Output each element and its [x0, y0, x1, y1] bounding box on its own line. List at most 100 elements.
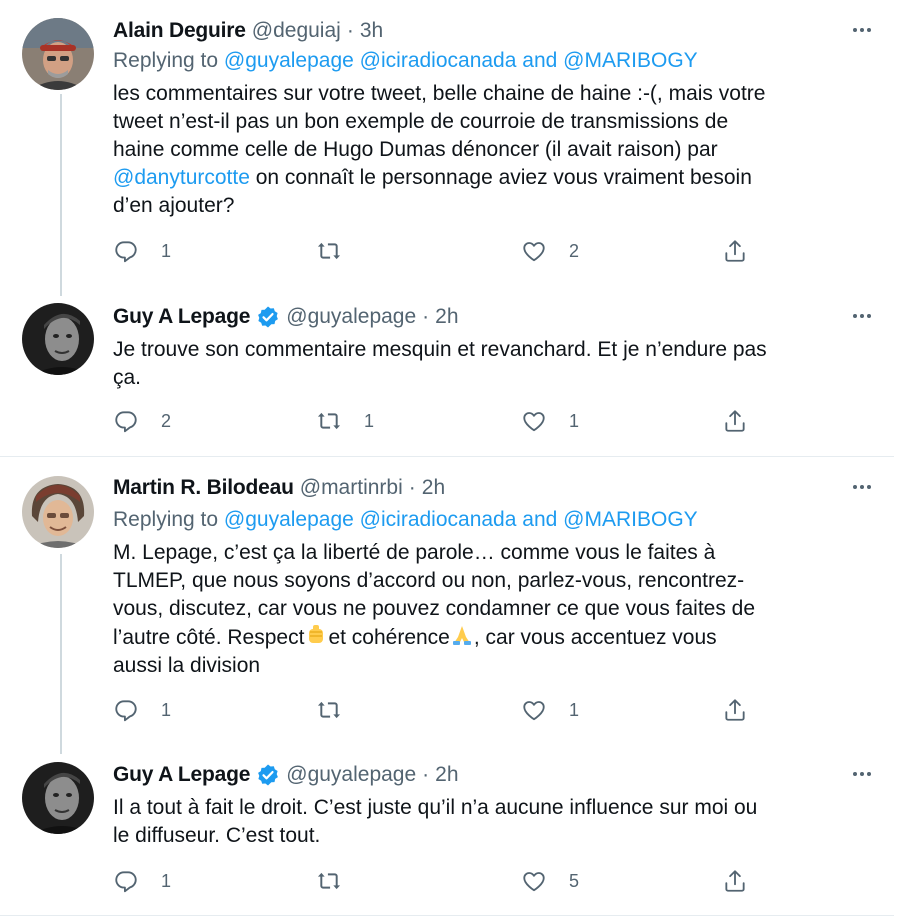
like-icon	[523, 701, 545, 721]
more-icon[interactable]	[850, 762, 874, 786]
replying-to-conjunction: and	[522, 508, 558, 531]
tweet-text: Il a tout à fait le droit. C’est juste q…	[113, 794, 873, 850]
avatar[interactable]	[22, 18, 94, 90]
tweet-text-line: @danyturcotte on connaît le personnage a…	[113, 164, 873, 192]
tweet-alain-deguire[interactable]: Alain Deguire @deguiaj · 3h Replying to …	[0, 0, 894, 290]
retweet-icon	[317, 701, 341, 719]
tweet-text-line: M. Lepage, c’est ça la liberté de parole…	[113, 541, 716, 564]
reply-button[interactable]: 1	[113, 695, 171, 725]
tweet-text-line: Il a tout à fait le droit. C’est juste q…	[113, 796, 758, 819]
author-name[interactable]: Guy A Lepage	[113, 302, 250, 332]
like-icon	[523, 412, 545, 432]
retweet-count: 1	[364, 410, 375, 431]
timestamp[interactable]: 2h	[435, 302, 458, 332]
tweet-text: Je trouve son commentaire mesquin et rev…	[113, 336, 873, 392]
mention-link[interactable]: @MARIBOGY	[563, 508, 698, 531]
replying-to: Replying to @guyalepage @iciradiocanada …	[113, 506, 698, 534]
mention-link[interactable]: @danyturcotte	[113, 166, 250, 189]
author-handle[interactable]: @guyalepage	[286, 302, 416, 332]
mention-link[interactable]: @iciradiocanada	[360, 49, 517, 72]
tweet-actions: 1 1	[113, 695, 753, 725]
share-button[interactable]	[722, 406, 748, 436]
like-icon	[523, 242, 545, 262]
tweet-actions: 2 1 1	[113, 406, 753, 436]
tweet-text: les commentaires sur votre tweet, belle …	[113, 80, 873, 220]
retweet-icon	[317, 242, 341, 260]
mention-link[interactable]: @guyalepage	[224, 49, 354, 72]
tweet-text-fragment: l’autre côté. Respect	[113, 626, 305, 649]
author-name[interactable]: Martin R. Bilodeau	[113, 473, 294, 503]
tweet-guy-lepage-2[interactable]: Guy A Lepage @guyalepage · 2h Il a tout …	[0, 750, 894, 918]
replying-to: Replying to @guyalepage @iciradiocanada …	[113, 47, 698, 75]
mention-link[interactable]: @iciradiocanada	[360, 508, 517, 531]
share-button[interactable]	[722, 236, 748, 266]
like-button[interactable]: 5	[521, 866, 579, 896]
tweet-text-line: d’en ajouter?	[113, 194, 235, 217]
tweet-header: Alain Deguire @deguiaj · 3h	[113, 16, 874, 46]
verified-badge-icon	[256, 305, 280, 329]
timestamp[interactable]: 3h	[360, 16, 383, 46]
retweet-button[interactable]	[316, 236, 364, 266]
mention-link[interactable]: @guyalepage	[224, 508, 354, 531]
tweet-text-line: ça.	[113, 366, 142, 389]
tweet-text-line: vous, discutez, car vous ne pouvez conda…	[113, 597, 756, 620]
separator-dot: ·	[346, 19, 354, 42]
reply-count: 1	[161, 699, 172, 720]
reply-icon	[115, 411, 137, 433]
tweet-text-fragment: on connaît le personnage aviez vous vrai…	[249, 166, 752, 189]
reply-button[interactable]: 2	[113, 406, 171, 436]
tweet-text-line: aussi la division	[113, 654, 261, 677]
tweet-divider	[0, 915, 894, 916]
tweet-text-line: haine comme celle de Hugo Dumas dénoncer…	[113, 138, 718, 161]
more-icon[interactable]	[850, 18, 874, 42]
tweet-text-line: le diffuseur. C’est tout.	[113, 824, 321, 847]
avatar[interactable]	[22, 762, 94, 834]
tweet-actions: 1 2	[113, 236, 753, 266]
avatar[interactable]	[22, 303, 94, 375]
share-icon	[725, 870, 745, 892]
tweet-guy-lepage-1[interactable]: Guy A Lepage @guyalepage · 2h Je trouve …	[0, 290, 894, 453]
tweet-thread: Alain Deguire @deguiaj · 3h Replying to …	[0, 0, 904, 918]
replying-to-label: Replying to	[113, 49, 219, 72]
mention-link[interactable]: @MARIBOGY	[563, 49, 698, 72]
tweet-text-line: l’autre côté. Respect et cohérence , car v…	[113, 623, 873, 652]
timestamp[interactable]: 2h	[422, 473, 445, 503]
more-icon[interactable]	[850, 304, 874, 328]
avatar[interactable]	[22, 476, 94, 548]
separator-dot: ·	[422, 763, 430, 786]
reply-icon	[115, 871, 137, 893]
like-button[interactable]: 2	[521, 236, 579, 266]
author-name[interactable]: Guy A Lepage	[113, 760, 250, 790]
like-button[interactable]: 1	[521, 695, 579, 725]
like-count: 2	[569, 240, 580, 261]
retweet-button[interactable]: 1	[316, 406, 374, 436]
timestamp[interactable]: 2h	[435, 760, 458, 790]
separator-dot: ·	[408, 476, 416, 499]
author-name[interactable]: Alain Deguire	[113, 16, 246, 46]
tweet-text: M. Lepage, c’est ça la liberté de parole…	[113, 539, 873, 680]
share-button[interactable]	[722, 866, 748, 896]
reply-button[interactable]: 1	[113, 236, 171, 266]
tweet-text-line: TLMEP, que nous soyons d’accord ou non, …	[113, 569, 745, 592]
retweet-button[interactable]	[316, 695, 364, 725]
raised-fist-emoji	[304, 623, 328, 647]
author-handle[interactable]: @guyalepage	[286, 760, 416, 790]
reply-count: 1	[161, 870, 172, 891]
like-button[interactable]: 1	[521, 406, 579, 436]
like-icon	[523, 872, 545, 892]
tweet-actions: 1 5	[113, 866, 753, 896]
like-count: 1	[569, 699, 580, 720]
more-icon[interactable]	[850, 475, 874, 499]
author-handle[interactable]: @martinrbi	[300, 473, 403, 503]
reply-button[interactable]: 1	[113, 866, 171, 896]
author-handle[interactable]: @deguiaj	[252, 16, 341, 46]
retweet-button[interactable]	[316, 866, 364, 896]
folded-hands-emoji	[450, 623, 474, 647]
share-button[interactable]	[722, 695, 748, 725]
tweet-text-fragment: , car vous accentuez vous	[473, 626, 717, 649]
tweet-text-fragment: et cohérence	[328, 626, 450, 649]
tweet-martin-bilodeau[interactable]: Martin R. Bilodeau @martinrbi · 2h Reply…	[0, 457, 894, 750]
verified-badge-icon	[256, 763, 280, 787]
tweet-text-line: tweet n’est-il pas un bon exemple de cou…	[113, 110, 729, 133]
share-icon	[725, 410, 745, 432]
